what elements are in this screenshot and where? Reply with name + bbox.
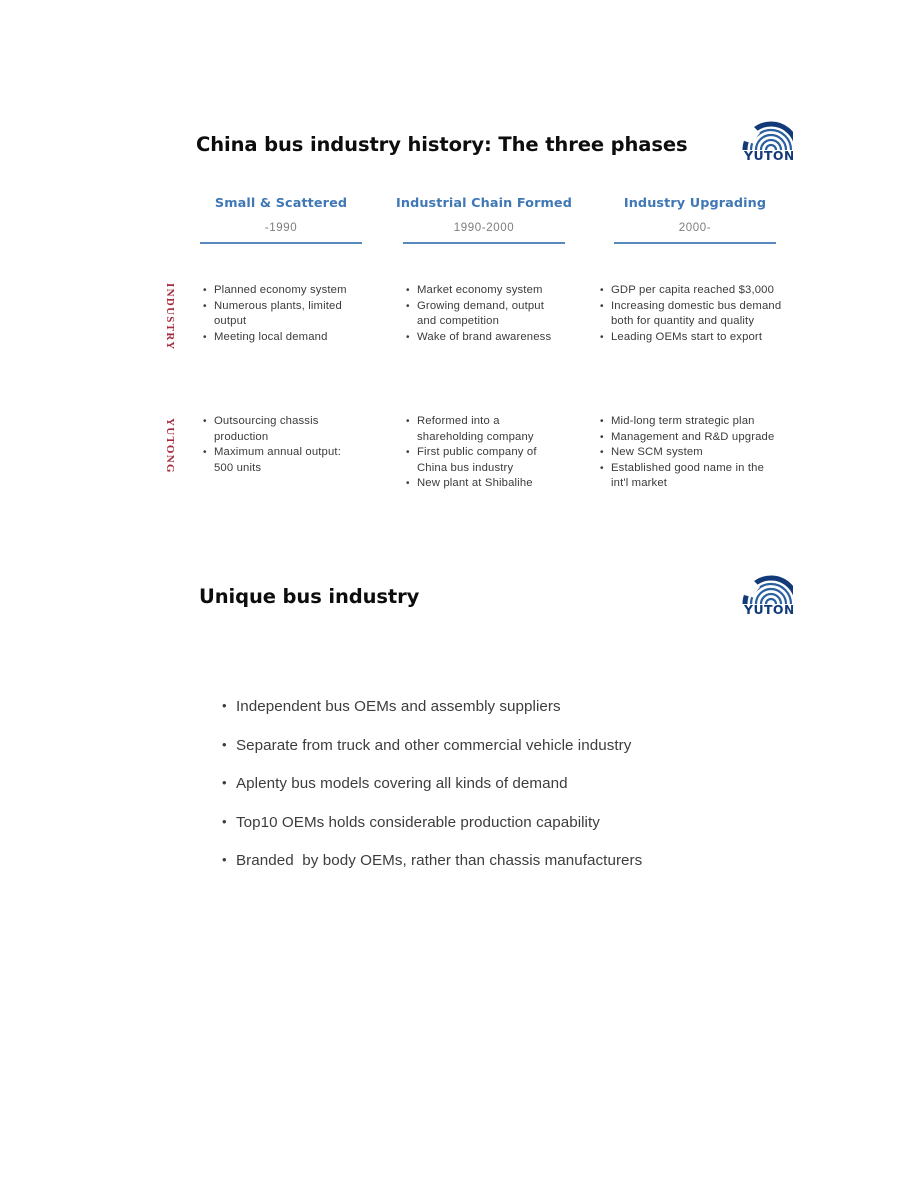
document-page: China bus industry history: The three ph… xyxy=(0,0,920,1191)
list-item: Top10 OEMs holds considerable production… xyxy=(222,813,782,832)
list-item: Independent bus OEMs and assembly suppli… xyxy=(222,697,782,716)
slide2-title: Unique bus industry xyxy=(199,585,420,608)
yutong-logo: YUTONG xyxy=(742,571,793,617)
list-item: Aplenty bus models covering all kinds of… xyxy=(222,774,782,793)
list-item: Separate from truck and other commercial… xyxy=(222,736,782,755)
list-item: Branded by body OEMs, rather than chassi… xyxy=(222,851,782,870)
unique-bus-industry-points: Independent bus OEMs and assembly suppli… xyxy=(222,697,782,891)
bullet-list: Independent bus OEMs and assembly suppli… xyxy=(222,697,782,870)
yutong-wordmark: YUTONG xyxy=(744,602,793,617)
yutong-arcs-icon xyxy=(742,575,793,605)
